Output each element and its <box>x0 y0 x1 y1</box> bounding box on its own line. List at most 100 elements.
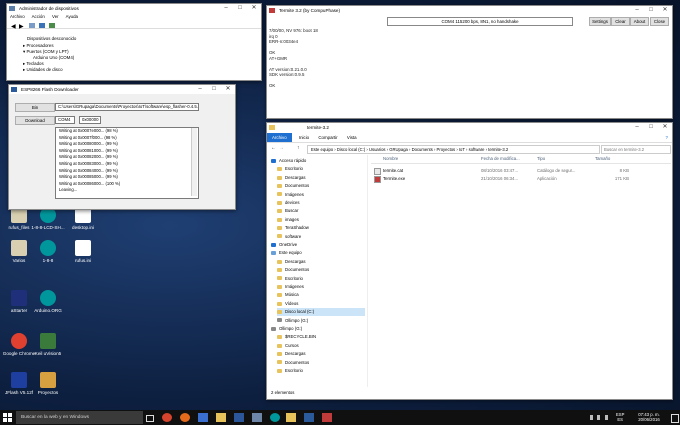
breadcrumb-item[interactable]: Disco local (C:) <box>337 147 365 152</box>
breadcrumb-item[interactable]: software <box>469 147 485 152</box>
arduino-task-icon[interactable] <box>270 413 280 422</box>
com-port-field[interactable]: COM4 <box>55 116 75 124</box>
back-icon[interactable]: ← <box>271 145 276 151</box>
file-row[interactable]: Termite.exe 21/10/2016 06:34... Aplicación… <box>371 175 671 183</box>
desktop-icon[interactable]: desktop.ini <box>66 207 100 230</box>
nav-item[interactable]: Documentos <box>277 359 309 367</box>
search-input[interactable]: Buscar en termite-3.2 <box>601 145 671 154</box>
ribbon-tab-inicio[interactable]: Inicio <box>299 135 309 140</box>
store-icon[interactable] <box>198 413 208 422</box>
menu-accion[interactable]: Acción <box>32 14 45 19</box>
explorer-task-icon[interactable] <box>286 413 296 422</box>
back-icon[interactable]: ◀ <box>11 23 16 30</box>
tree-item-arduino[interactable]: Arduino Uno (COM4) <box>33 55 74 60</box>
maximize-icon[interactable]: □ <box>207 85 221 94</box>
nav-item[interactable]: Imágenes <box>277 191 304 199</box>
nav-item[interactable]: TeraShadow <box>277 224 309 232</box>
ribbon-tab-compartir[interactable]: Compartir <box>318 135 337 140</box>
up-icon[interactable]: ↑ <box>297 145 300 151</box>
notifications-icon[interactable] <box>671 414 679 423</box>
firefox-icon[interactable] <box>180 413 190 422</box>
start-button[interactable] <box>3 413 12 422</box>
log-scrollbar[interactable] <box>191 128 197 196</box>
termite-port-status[interactable]: COM4 115200 bps, 8N1, no handshake <box>387 17 573 26</box>
close-icon[interactable]: ✕ <box>247 4 261 13</box>
bin-path-field[interactable]: C:\Users\GRupaga\Documents\Proyectos\IoT… <box>55 103 199 111</box>
settings-button[interactable]: Settings <box>589 17 611 26</box>
breadcrumb-item[interactable]: Proyectos <box>437 147 456 152</box>
maximize-icon[interactable]: □ <box>644 123 658 132</box>
forward-icon[interactable]: ▶ <box>19 23 24 30</box>
minimize-icon[interactable]: – <box>219 4 233 13</box>
nav-item[interactable]: OneDrive <box>271 241 297 249</box>
device-manager-task-icon[interactable] <box>252 413 262 422</box>
desktop-icon[interactable]: rufus.ini <box>66 240 100 263</box>
nav-item[interactable]: Vídeos <box>277 300 298 308</box>
file-explorer-icon[interactable] <box>216 413 226 422</box>
breadcrumb-item[interactable]: Usuarios <box>369 147 386 152</box>
ribbon-tab-vista[interactable]: Vista <box>347 135 357 140</box>
nav-item[interactable]: Documentos <box>277 182 309 190</box>
nav-item[interactable]: devices <box>277 199 300 207</box>
chrome-icon[interactable] <box>162 413 172 422</box>
desktop-icon[interactable]: Proyectos <box>31 372 65 395</box>
help-icon[interactable] <box>39 23 45 28</box>
nav-item[interactable]: images <box>277 216 299 224</box>
bin-button[interactable]: Bin <box>15 103 55 112</box>
file-row[interactable]: termite.cat 08/10/2016 03:47... Catálogo d… <box>371 167 671 175</box>
maximize-icon[interactable]: □ <box>233 4 247 13</box>
nav-item[interactable]: Buscar <box>277 207 298 215</box>
nav-item[interactable]: Música <box>277 291 299 299</box>
nav-item[interactable]: Descargas <box>277 350 306 358</box>
menu-ver[interactable]: Ver <box>52 14 59 19</box>
forward-icon[interactable]: → <box>279 145 284 151</box>
ribbon-tab-archivo[interactable]: Archivo <box>267 133 292 142</box>
clock[interactable]: 07:43 p. m. 20/06/2016 <box>630 412 668 422</box>
nav-item[interactable]: Escritorio <box>277 275 303 283</box>
breadcrumb-item[interactable]: Documents <box>412 147 433 152</box>
taskbar-search[interactable]: Buscar en la web y en Windows <box>16 411 143 424</box>
nav-item[interactable]: Acceso rápido <box>271 157 306 165</box>
scan-icon[interactable] <box>49 23 55 28</box>
minimize-icon[interactable]: – <box>630 123 644 132</box>
menu-ayuda[interactable]: Ayuda <box>66 14 78 19</box>
maximize-icon[interactable]: □ <box>644 6 658 15</box>
termite-task-icon[interactable] <box>322 413 332 422</box>
column-nombre[interactable]: Nombre <box>383 155 398 163</box>
nav-item[interactable]: Cursos <box>277 342 299 350</box>
desktop-icon[interactable]: 1-8-8 <box>31 240 65 263</box>
nav-item[interactable]: $RECYCLE.BIN <box>277 333 316 341</box>
breadcrumb-item[interactable]: Este equipo <box>311 147 333 152</box>
desktop-icon[interactable]: 1-8-8-LCD-SH... <box>31 207 65 230</box>
nav-item[interactable]: Escritorio <box>277 367 303 375</box>
close-button[interactable]: Close <box>650 17 669 26</box>
address-bar[interactable]: Este equipo › Disco local (C:) › Usuario… <box>307 145 600 154</box>
nav-item[interactable]: Imágenes <box>277 283 304 291</box>
clear-button[interactable]: Clear <box>611 17 630 26</box>
tree-item[interactable]: Dispositivos desconocido <box>27 36 76 41</box>
tree-item[interactable]: ▸ Unidades de disco <box>23 67 63 73</box>
download-button[interactable]: Download <box>15 116 55 125</box>
minimize-icon[interactable]: – <box>193 85 207 94</box>
word-icon[interactable] <box>234 413 244 422</box>
help-icon[interactable]: ? <box>666 133 668 142</box>
language-indicator[interactable]: ESP ES <box>616 412 624 422</box>
close-icon[interactable]: ✕ <box>221 85 235 94</box>
nav-item[interactable]: Escritorio <box>277 165 303 173</box>
nav-item[interactable]: Ollimpo (G:) <box>277 317 308 325</box>
nav-item[interactable]: Descargas <box>277 258 306 266</box>
nav-item[interactable]: software <box>277 233 301 241</box>
about-button[interactable]: About <box>630 17 649 26</box>
close-icon[interactable]: ✕ <box>658 123 672 132</box>
address-field[interactable]: 0x00000 <box>79 116 101 124</box>
nav-item[interactable]: Documentos <box>277 266 309 274</box>
breadcrumb-item[interactable]: termite-3.2 <box>488 147 508 152</box>
tray-icons[interactable] <box>590 415 612 420</box>
nav-item[interactable]: Ollimpo (G:) <box>271 325 302 333</box>
column-fecha[interactable]: Fecha de modifica... <box>481 155 520 163</box>
nav-item[interactable]: Este equipo <box>271 249 302 257</box>
flasher-task-icon[interactable] <box>304 413 314 422</box>
menu-archivo[interactable]: Archivo <box>10 14 25 19</box>
nav-item[interactable]: Disco local (C:) <box>277 308 365 317</box>
desktop-icon[interactable]: Arduino.ORG <box>31 290 65 313</box>
